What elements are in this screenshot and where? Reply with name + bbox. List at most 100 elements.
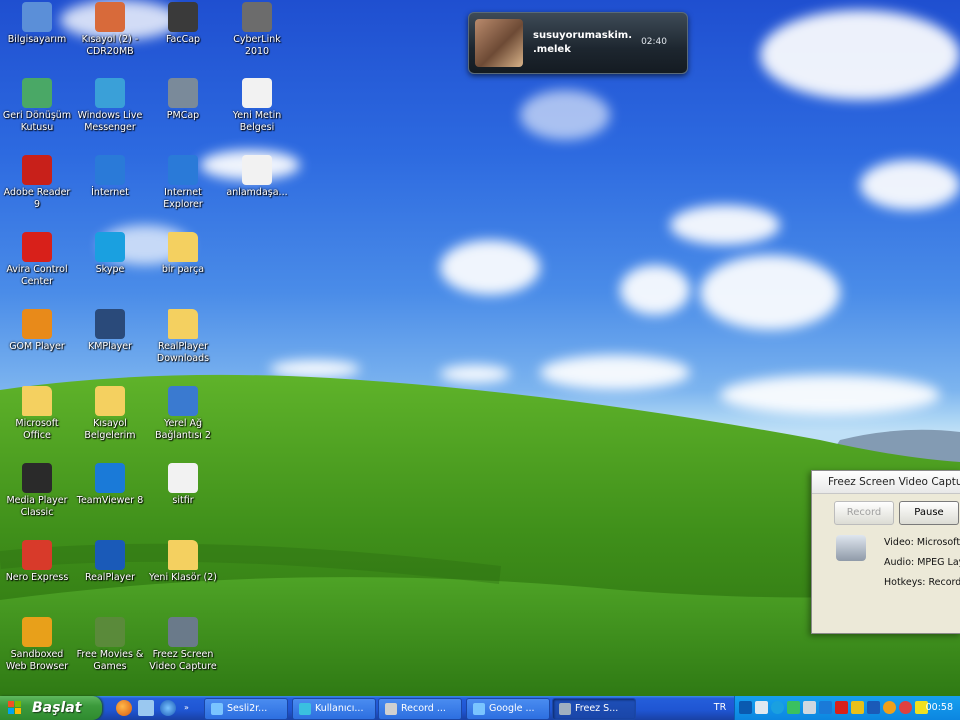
desktop-icon[interactable]: Yeni Metin Belgesi bbox=[222, 78, 292, 134]
skype-tray-icon[interactable] bbox=[771, 701, 784, 714]
desktop-icon[interactable]: anlamdaşa... bbox=[222, 155, 292, 199]
desktop-icon[interactable]: Bilgisayarım bbox=[2, 2, 72, 46]
start-label: Başlat bbox=[32, 700, 82, 716]
pmcap-icon bbox=[168, 78, 198, 108]
desktop-icon-label: Internet Explorer bbox=[163, 187, 203, 210]
taskbar-button[interactable]: Google ... bbox=[466, 698, 550, 720]
desktop-icon-label: TeamViewer 8 bbox=[76, 495, 144, 506]
desktop-icon[interactable]: Windows Live Messenger bbox=[75, 78, 145, 134]
ie-quicklaunch-icon[interactable] bbox=[160, 700, 176, 716]
desktop-quicklaunch-icon[interactable] bbox=[138, 700, 154, 716]
windows-logo-icon bbox=[8, 701, 22, 715]
desktop-icon-label: Microsoft Office bbox=[15, 418, 59, 441]
desktop-icon[interactable]: Internet Explorer bbox=[148, 155, 218, 211]
desktop-icon[interactable]: Media Player Classic bbox=[2, 463, 72, 519]
contact-name: susuyorumaskim. .melek bbox=[533, 30, 632, 55]
alert-tray-icon[interactable] bbox=[883, 701, 896, 714]
desktop-icon[interactable]: Adobe Reader 9 bbox=[2, 155, 72, 211]
folder-icon bbox=[168, 232, 198, 262]
security-tray-icon[interactable] bbox=[851, 701, 864, 714]
desktop-icon[interactable]: Skype bbox=[75, 232, 145, 276]
desktop-icon[interactable]: FacCap bbox=[148, 2, 218, 46]
desktop-icon[interactable]: RealPlayer bbox=[75, 540, 145, 584]
desktop-icon[interactable]: Microsoft Office bbox=[2, 386, 72, 442]
desktop-icon-label: GOM Player bbox=[9, 341, 65, 352]
recording-tray-icon[interactable] bbox=[899, 701, 912, 714]
taskbar-button[interactable]: Freez S... bbox=[552, 698, 636, 720]
desktop-icon[interactable]: bir parça bbox=[148, 232, 218, 276]
avira-icon bbox=[22, 232, 52, 262]
desktop-icon[interactable]: Geri Dönüşüm Kutusu bbox=[2, 78, 72, 134]
tray-expand-icon[interactable] bbox=[739, 701, 752, 714]
messenger-icon bbox=[95, 78, 125, 108]
desktop-icon[interactable]: TeamViewer 8 bbox=[75, 463, 145, 507]
desktop-icon-label: RealPlayer Downloads bbox=[156, 341, 210, 364]
desktop-icon-label: Skype bbox=[95, 264, 125, 275]
desktop-icon-label: Kısayol Belgelerim bbox=[84, 418, 136, 441]
desktop-icon-label: PMCap bbox=[166, 110, 200, 121]
audio-codec-label: Audio: MPEG Lay bbox=[884, 557, 960, 568]
desktop-icon[interactable]: İnternet bbox=[75, 155, 145, 199]
taskbar-button-label: Record ... bbox=[401, 703, 446, 714]
desktop-icon[interactable]: CyberLink 2010 bbox=[222, 2, 292, 58]
shortcut-icon bbox=[95, 2, 125, 32]
internet-explorer-icon bbox=[168, 155, 198, 185]
desktop-icon[interactable]: KMPlayer bbox=[75, 309, 145, 353]
quicklaunch-expand-icon[interactable]: » bbox=[184, 700, 192, 716]
sandbox-icon bbox=[22, 617, 52, 647]
firefox-quicklaunch-icon[interactable] bbox=[116, 700, 132, 716]
taskbar-button[interactable]: Kullanıcı... bbox=[292, 698, 376, 720]
desktop-icon-label: bir parça bbox=[161, 264, 205, 275]
freez-capture-window[interactable]: Freez Screen Video Capture Record Pause … bbox=[811, 470, 960, 634]
movies-games-icon bbox=[95, 617, 125, 647]
my-documents-icon bbox=[95, 386, 125, 416]
clock[interactable]: 00:58 bbox=[926, 696, 953, 720]
realplayer-tray-icon[interactable] bbox=[867, 701, 880, 714]
recycle-bin-icon bbox=[22, 78, 52, 108]
desktop-icon[interactable]: Kısayol Belgelerim bbox=[75, 386, 145, 442]
volume-tray-icon[interactable] bbox=[803, 701, 816, 714]
desktop-icon-label: Bilgisayarım bbox=[7, 34, 67, 45]
avira-tray-icon[interactable] bbox=[835, 701, 848, 714]
skype-icon bbox=[95, 232, 125, 262]
taskbar: Başlat » Sesli2r... Kullanıcı... Record ..… bbox=[0, 696, 960, 720]
teamviewer-tray-icon[interactable] bbox=[819, 701, 832, 714]
internet-explorer-icon bbox=[211, 702, 223, 715]
desktop-icon[interactable]: Freez Screen Video Capture bbox=[148, 617, 218, 673]
taskbar-button[interactable]: Record ... bbox=[378, 698, 462, 720]
internet-explorer-icon bbox=[473, 702, 485, 715]
system-tray: 00:58 bbox=[734, 696, 960, 720]
desktop-icon[interactable]: sitfir bbox=[148, 463, 218, 507]
desktop-icon[interactable]: PMCap bbox=[148, 78, 218, 122]
taskbar-button-label: Google ... bbox=[489, 703, 535, 714]
desktop-icon[interactable]: GOM Player bbox=[2, 309, 72, 353]
network-tray-icon[interactable] bbox=[755, 701, 768, 714]
cyberlink-icon bbox=[242, 2, 272, 32]
desktop-icon[interactable]: Nero Express bbox=[2, 540, 72, 584]
language-indicator[interactable]: TR bbox=[708, 696, 732, 720]
computer-icon bbox=[22, 2, 52, 32]
desktop-icon-label: Nero Express bbox=[5, 572, 69, 583]
network-icon bbox=[168, 386, 198, 416]
desktop-icon[interactable]: Free Movies & Games bbox=[75, 617, 145, 673]
taskbar-button-label: Kullanıcı... bbox=[315, 703, 364, 714]
pause-button[interactable]: Pause bbox=[899, 501, 959, 525]
desktop-icon[interactable]: Yeni Klasör (2) bbox=[148, 540, 218, 584]
messenger-tray-icon[interactable] bbox=[787, 701, 800, 714]
messenger-notification[interactable]: susuyorumaskim. .melek 02:40 bbox=[468, 12, 688, 74]
teamviewer-icon bbox=[95, 463, 125, 493]
start-button[interactable]: Başlat bbox=[0, 696, 102, 720]
desktop-icon[interactable]: Avira Control Center bbox=[2, 232, 72, 288]
desktop-icon[interactable]: Sandboxed Web Browser bbox=[2, 617, 72, 673]
window-title: Freez Screen Video Capture bbox=[812, 471, 960, 494]
desktop-icon-label: Avira Control Center bbox=[6, 264, 68, 287]
record-button[interactable]: Record bbox=[834, 501, 894, 525]
desktop-icon-label: Yerel Ağ Bağlantısı 2 bbox=[155, 418, 211, 441]
contact-avatar bbox=[475, 19, 523, 67]
desktop-icon-label: Windows Live Messenger bbox=[77, 110, 143, 133]
desktop-icon[interactable]: RealPlayer Downloads bbox=[148, 309, 218, 365]
hotkeys-label: Hotkeys: Record bbox=[884, 577, 960, 588]
desktop-icon[interactable]: Yerel Ağ Bağlantısı 2 bbox=[148, 386, 218, 442]
taskbar-button[interactable]: Sesli2r... bbox=[204, 698, 288, 720]
desktop-icon[interactable]: Kısayol (2) - CDR20MB bbox=[75, 2, 145, 58]
